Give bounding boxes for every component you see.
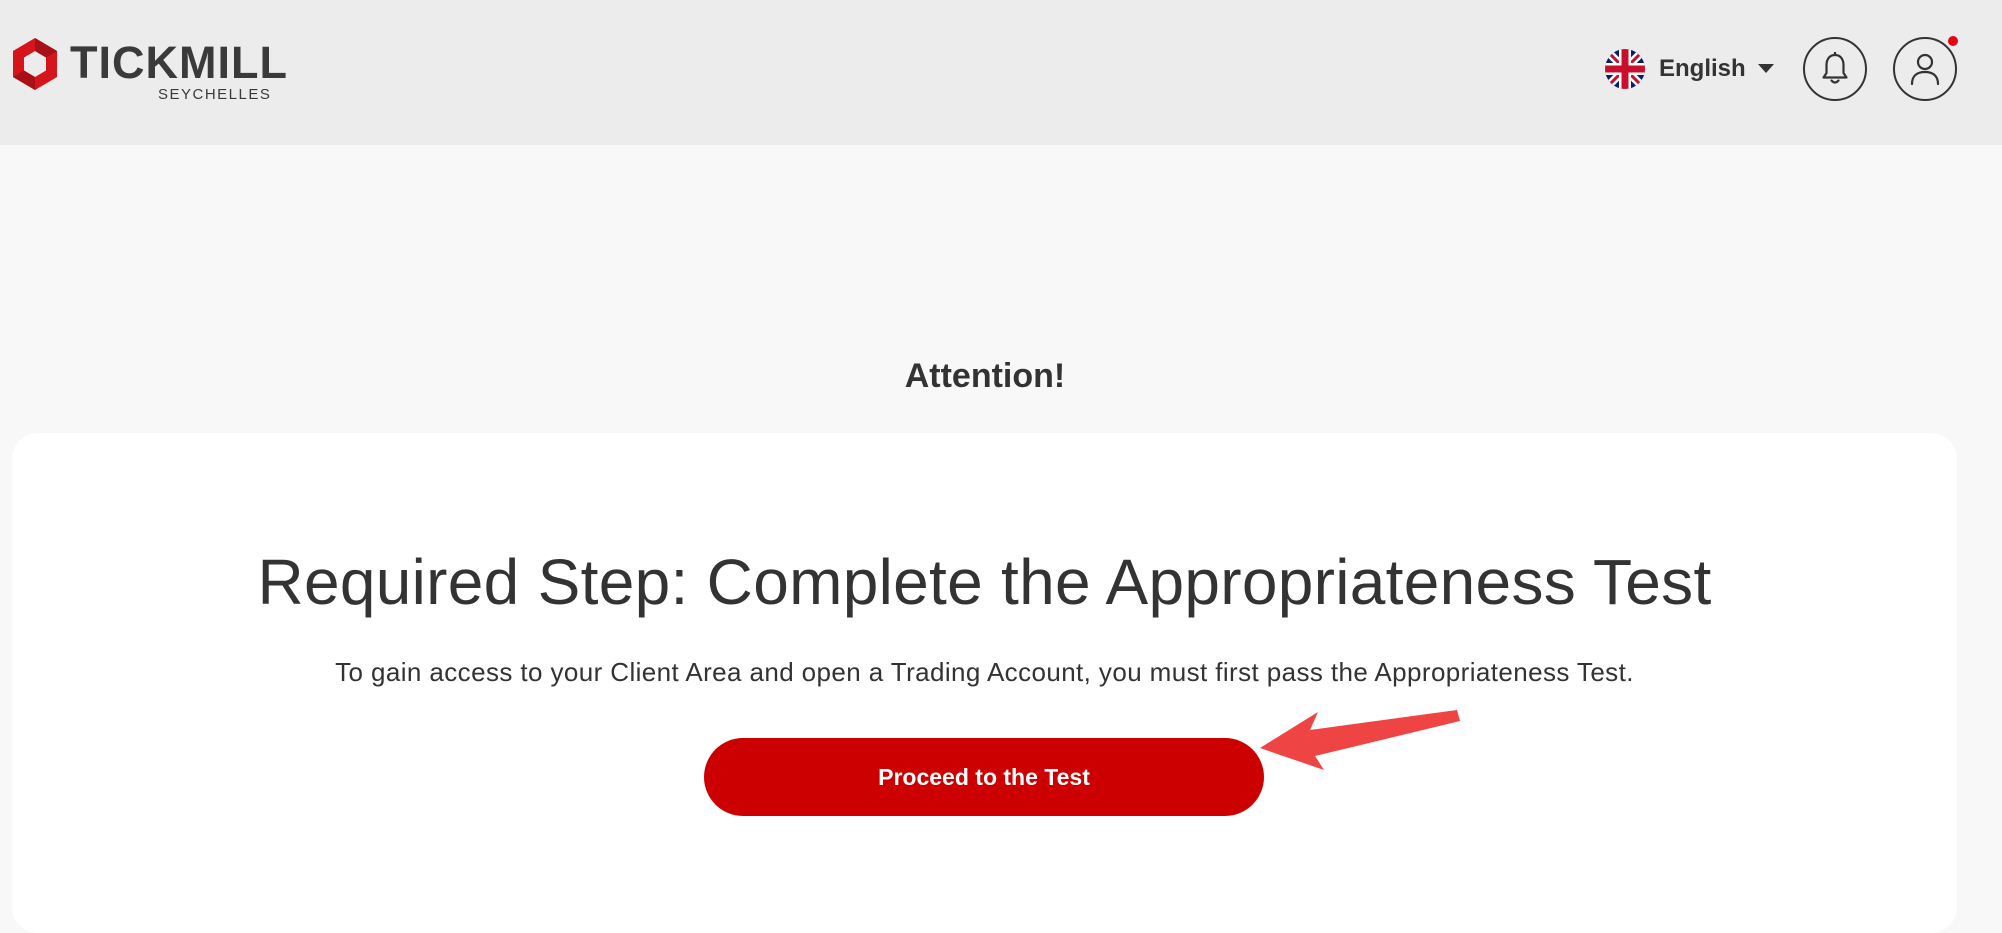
logo-wordmark: TICKMILL: [70, 37, 288, 88]
language-label: English: [1659, 55, 1746, 82]
bell-icon: [1822, 52, 1848, 84]
top-header: TICKMILL SEYCHELLES English: [0, 0, 2002, 145]
notifications-button[interactable]: [1803, 37, 1867, 101]
user-icon: [1910, 53, 1940, 86]
appropriateness-card: Required Step: Complete the Appropriaten…: [12, 433, 1957, 933]
annotation-arrow-icon: [1260, 710, 1460, 770]
card-description: To gain access to your Client Area and o…: [335, 657, 1634, 687]
caret-down-icon: [1757, 64, 1774, 73]
notification-badge-dot: [1948, 36, 1958, 46]
language-selector[interactable]: English: [1605, 48, 1774, 90]
uk-flag-icon: [1605, 49, 1645, 89]
card-title: Required Step: Complete the Appropriaten…: [257, 546, 1712, 618]
tickmill-hexagon-icon: [13, 38, 57, 90]
logo-region: SEYCHELLES: [158, 86, 272, 103]
tickmill-logo[interactable]: TICKMILL SEYCHELLES: [10, 34, 290, 106]
attention-heading: Attention!: [904, 357, 1066, 395]
profile-button[interactable]: [1893, 37, 1957, 101]
proceed-to-test-button[interactable]: Proceed to the Test: [704, 738, 1264, 816]
